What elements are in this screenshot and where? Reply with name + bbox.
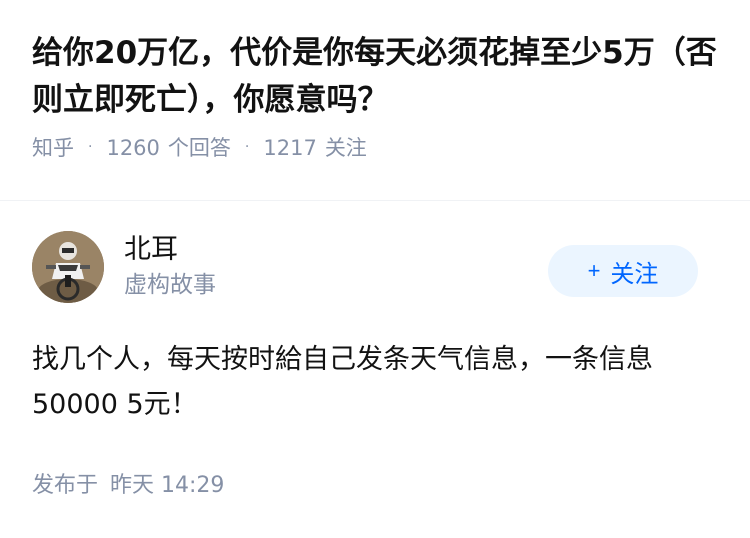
source-label[interactable]: 知乎 bbox=[32, 132, 74, 162]
answers-count-label: 个回答 bbox=[167, 136, 231, 160]
followers-count[interactable]: 1217 关注 bbox=[263, 132, 366, 162]
plus-icon: + bbox=[587, 258, 601, 283]
followers-count-label: 关注 bbox=[324, 136, 367, 160]
answer-card: 北耳 虚构故事 + 关注 找几个人，每天按时給自己发条天气信息，一条信息5000… bbox=[0, 231, 750, 499]
answer-content[interactable]: 找几个人，每天按时給自己发条天气信息，一条信息50000 5元！ bbox=[32, 337, 718, 427]
section-divider bbox=[0, 200, 750, 231]
avatar[interactable] bbox=[32, 231, 104, 303]
author-info: 北耳 虚构故事 bbox=[124, 233, 216, 301]
publish-info: 发布于 昨天 14:29 bbox=[32, 467, 718, 499]
question-meta: 知乎 · 1260 个回答 · 1217 关注 bbox=[32, 132, 718, 162]
answers-count[interactable]: 1260 个回答 bbox=[106, 132, 230, 162]
published-time: 昨天 14:29 bbox=[110, 473, 225, 498]
author-row: 北耳 虚构故事 + 关注 bbox=[32, 231, 718, 303]
followers-count-number: 1217 bbox=[263, 136, 317, 160]
follow-label: 关注 bbox=[610, 260, 659, 288]
answers-count-number: 1260 bbox=[106, 136, 160, 160]
author-bio: 虚构故事 bbox=[124, 272, 216, 298]
author-name[interactable]: 北耳 bbox=[124, 233, 216, 267]
avatar-motocross-image bbox=[32, 231, 104, 303]
question-header: 给你20万亿，代价是你每天必须花掉至少5万（否则立即死亡），你愿意吗？ 知乎 ·… bbox=[0, 0, 750, 170]
published-label: 发布于 bbox=[32, 473, 99, 498]
follow-button[interactable]: + 关注 bbox=[548, 245, 698, 297]
question-title[interactable]: 给你20万亿，代价是你每天必须花掉至少5万（否则立即死亡），你愿意吗？ bbox=[32, 30, 718, 124]
separator-dot: · bbox=[88, 139, 93, 155]
separator-dot: · bbox=[244, 139, 250, 155]
